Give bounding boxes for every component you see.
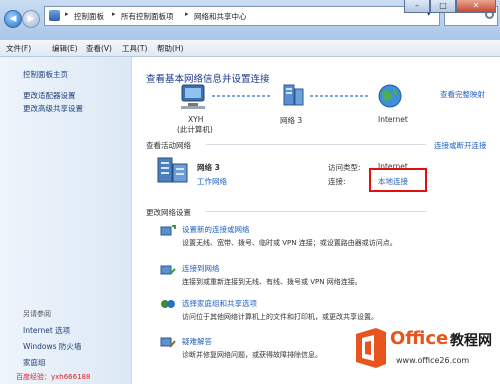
homegroup-icon	[161, 300, 175, 308]
map-network-name: 网络 3	[280, 116, 303, 125]
divider	[206, 211, 426, 212]
minimize-button[interactable]: –	[404, 0, 430, 13]
chevron-right-icon[interactable]: ▸	[65, 10, 69, 18]
chevron-right-icon[interactable]: ▸	[185, 10, 189, 18]
task-new-connection-desc: 设置无线、宽带、拨号、临时或 VPN 连接；或设置路由器或访问点。	[182, 239, 397, 247]
local-connection-link[interactable]: 本地连接	[378, 176, 408, 187]
new-connection-icon	[160, 225, 176, 236]
menu-help[interactable]: 帮助(H)	[157, 43, 184, 54]
network-type-link[interactable]: 工作网络	[197, 176, 227, 187]
sidebar-advanced-sharing-link[interactable]: 更改高级共享设置	[23, 103, 83, 114]
see-also-heading: 另请参阅	[23, 310, 51, 318]
sidebar-adapter-settings-link[interactable]: 更改适配器设置	[23, 90, 76, 101]
access-type-label: 访问类型:	[328, 163, 361, 172]
breadcrumb-all-items[interactable]: 所有控制面板项	[121, 11, 174, 22]
logo-brand-cn: 教程网	[450, 333, 492, 349]
sidebar: 控制面板主页 更改适配器设置 更改高级共享设置 另请参阅 Internet 选项…	[0, 57, 132, 384]
chevron-right-icon[interactable]: ▸	[112, 10, 116, 18]
menu-tools[interactable]: 工具(T)	[122, 43, 147, 54]
task-troubleshoot-link[interactable]: 疑难解答	[182, 336, 212, 347]
connection-label: 连接:	[328, 177, 346, 186]
sidebar-homegroup-link[interactable]: 家庭组	[23, 357, 46, 368]
back-button[interactable]: ◀	[4, 10, 22, 28]
network-map	[181, 84, 402, 109]
control-panel-icon	[49, 10, 60, 21]
internet-globe-icon	[378, 84, 402, 108]
office-logo-watermark: Office 教程网 www.office26.com	[352, 322, 500, 384]
menu-bar: 文件(F) 编辑(E) 查看(V) 工具(T) 帮助(H)	[0, 40, 500, 57]
title-bar: ◀ ▶ ▸ 控制面板 ▸ 所有控制面板项 ▸ 网络和共享中心 ▾ – □ ✕	[0, 0, 500, 41]
task-homegroup-link[interactable]: 选择家庭组和共享选项	[182, 298, 257, 309]
active-network-name: 网络 3	[197, 163, 220, 172]
task-homegroup-desc: 访问位于其他网络计算机上的文件和打印机，或更改共享设置。	[182, 313, 378, 321]
logo-brand-word: Office	[390, 328, 449, 349]
address-bar[interactable]: ▸ 控制面板 ▸ 所有控制面板项 ▸ 网络和共享中心 ▾	[44, 6, 440, 26]
breadcrumb-network-center[interactable]: 网络和共享中心	[194, 11, 247, 22]
troubleshoot-icon	[160, 337, 176, 348]
task-connect-network-desc: 连接到或重新连接到无线、有线、拨号或 VPN 网络连接。	[182, 278, 362, 286]
divider	[206, 144, 426, 145]
connect-network-icon	[160, 265, 176, 275]
task-troubleshoot-desc: 诊断并修复网络问题，或获得故障排除信息。	[182, 351, 322, 359]
connect-disconnect-link[interactable]: 连接或断开连接	[434, 140, 487, 151]
menu-file[interactable]: 文件(F)	[6, 43, 31, 54]
map-internet-label: Internet	[378, 115, 408, 124]
full-map-link[interactable]: 查看完整映射	[440, 89, 485, 100]
close-button[interactable]: ✕	[456, 0, 496, 13]
computer-name: XYH	[188, 115, 204, 124]
task-connect-network-link[interactable]: 连接到网络	[182, 263, 220, 274]
network-building-icon	[157, 157, 188, 183]
task-new-connection-link[interactable]: 设置新的连接或网络	[182, 224, 250, 235]
network-icon	[283, 84, 304, 106]
active-networks-heading: 查看活动网络	[146, 141, 191, 150]
computer-subtitle: (此计算机)	[177, 125, 213, 134]
office-logo-icon	[356, 328, 386, 368]
change-settings-heading: 更改网络设置	[146, 208, 191, 217]
sidebar-firewall-link[interactable]: Windows 防火墙	[23, 341, 81, 352]
window-controls: – □ ✕	[404, 0, 496, 14]
watermark-text: 百度经验：yxh666188	[16, 373, 91, 381]
computer-icon	[181, 84, 205, 109]
menu-view[interactable]: 查看(V)	[86, 43, 112, 54]
sidebar-home-link[interactable]: 控制面板主页	[23, 69, 68, 80]
maximize-button[interactable]: □	[430, 0, 456, 13]
forward-button[interactable]: ▶	[22, 10, 40, 28]
breadcrumb-control-panel[interactable]: 控制面板	[74, 11, 104, 22]
logo-url: www.office26.com	[396, 356, 470, 365]
menu-edit[interactable]: 编辑(E)	[52, 43, 78, 54]
sidebar-internet-options-link[interactable]: Internet 选项	[23, 325, 70, 336]
